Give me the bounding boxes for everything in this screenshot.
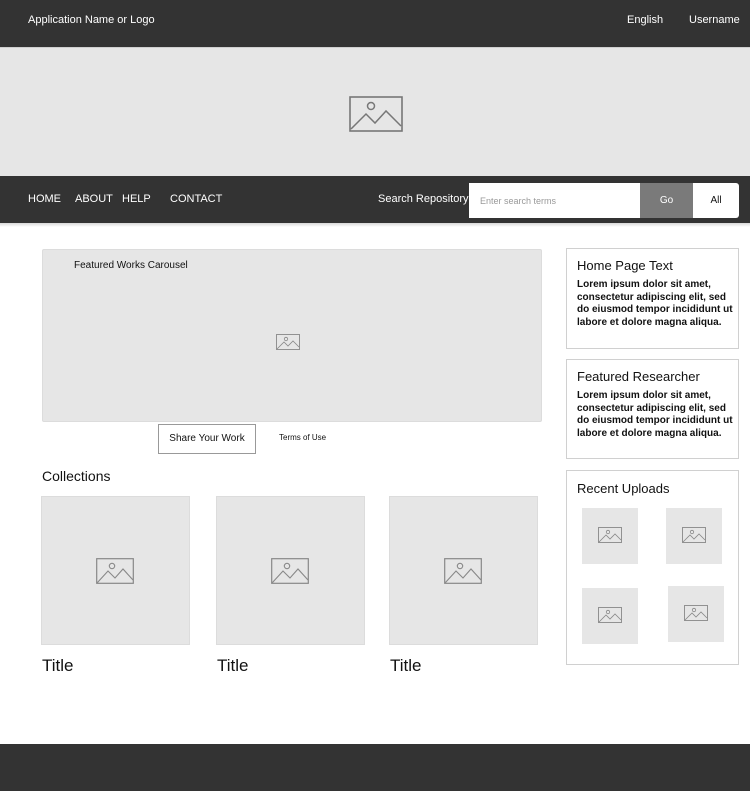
scope-all-dropdown[interactable]: All	[693, 183, 739, 218]
nav-help[interactable]: HELP	[122, 193, 151, 205]
nav-about[interactable]: ABOUT	[75, 193, 113, 205]
top-bar: Application Name or Logo English Usernam…	[0, 0, 750, 47]
home-page-text-body: Lorem ipsum dolor sit amet, consectetur …	[577, 279, 733, 328]
collection-title[interactable]: Title	[42, 656, 74, 676]
image-placeholder-icon	[598, 607, 622, 623]
image-placeholder-icon	[96, 558, 134, 584]
collection-title[interactable]: Title	[390, 656, 422, 676]
footer	[0, 744, 750, 791]
featured-researcher-panel: Featured Researcher Lorem ipsum dolor si…	[566, 359, 739, 459]
app-logo[interactable]: Application Name or Logo	[28, 14, 155, 26]
nav-contact[interactable]: CONTACT	[170, 193, 222, 205]
image-placeholder-icon	[276, 334, 300, 350]
image-placeholder-icon	[444, 558, 482, 584]
collection-card[interactable]	[216, 496, 365, 645]
recent-upload-thumbnail[interactable]	[582, 588, 638, 644]
collection-title[interactable]: Title	[217, 656, 249, 676]
image-placeholder-icon	[349, 96, 403, 132]
user-menu[interactable]: Username	[689, 14, 740, 26]
search-input[interactable]	[469, 183, 641, 218]
nav-shadow	[0, 223, 750, 227]
collections-heading: Collections	[42, 468, 111, 484]
share-your-work-button[interactable]: Share Your Work	[158, 424, 256, 454]
recent-uploads-panel: Recent Uploads	[566, 470, 739, 665]
image-placeholder-icon	[682, 527, 706, 543]
image-placeholder-icon	[684, 605, 708, 621]
search-label: Search Repository	[378, 193, 469, 205]
image-placeholder-icon	[271, 558, 309, 584]
carousel-label: Featured Works Carousel	[74, 260, 188, 271]
collection-card[interactable]	[41, 496, 190, 645]
recent-uploads-heading: Recent Uploads	[577, 481, 670, 496]
recent-upload-thumbnail[interactable]	[666, 508, 722, 564]
recent-upload-thumbnail[interactable]	[668, 586, 724, 642]
collection-card[interactable]	[389, 496, 538, 645]
featured-carousel[interactable]: Featured Works Carousel	[42, 249, 542, 422]
featured-researcher-body: Lorem ipsum dolor sit amet, consectetur …	[577, 390, 733, 439]
recent-upload-thumbnail[interactable]	[582, 508, 638, 564]
home-page-text-heading: Home Page Text	[577, 258, 673, 273]
hero-banner	[0, 47, 750, 176]
home-page-text-panel: Home Page Text Lorem ipsum dolor sit ame…	[566, 248, 739, 349]
featured-researcher-heading: Featured Researcher	[577, 369, 700, 384]
terms-of-use-link[interactable]: Terms of Use	[279, 433, 326, 442]
main-nav: HOME ABOUT HELP CONTACT Search Repositor…	[0, 176, 750, 223]
go-button[interactable]: Go	[640, 183, 693, 218]
language-selector[interactable]: English	[627, 14, 663, 26]
image-placeholder-icon	[598, 527, 622, 543]
nav-home[interactable]: HOME	[28, 193, 61, 205]
